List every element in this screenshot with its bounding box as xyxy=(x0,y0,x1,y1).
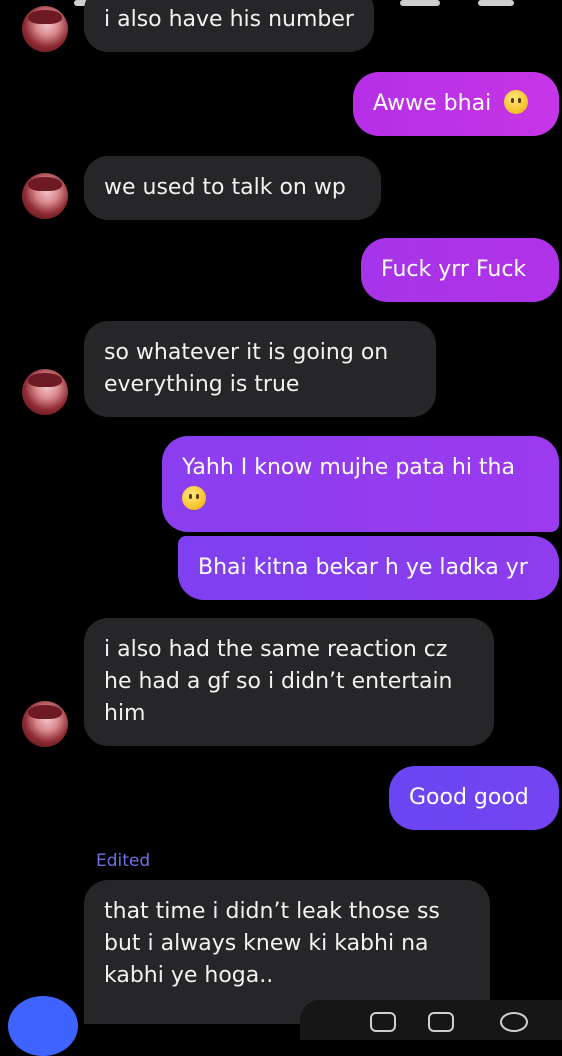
message-bubble-outgoing[interactable]: Bhai kitna bekar h ye ladka yr xyxy=(178,536,559,600)
message-bubble-incoming[interactable]: i also have his number xyxy=(84,0,374,52)
message-text: Fuck yrr Fuck xyxy=(381,257,527,282)
message-bubble-outgoing[interactable]: Good good xyxy=(389,766,559,830)
avatar[interactable] xyxy=(22,701,68,747)
message-text: that time i didn’t leak those ss xyxy=(104,899,440,924)
sticker-icon[interactable] xyxy=(500,1012,528,1032)
avatar[interactable] xyxy=(22,6,68,52)
message-text: we used to talk on wp xyxy=(104,175,346,200)
message-text: Bhai kitna bekar h ye ladka yr xyxy=(198,555,528,580)
message-text: but i always knew ki kabhi na xyxy=(104,931,429,956)
message-text: Good good xyxy=(409,785,529,810)
camera-icon[interactable] xyxy=(370,1012,396,1032)
avatar[interactable] xyxy=(22,173,68,219)
avatar[interactable] xyxy=(22,369,68,415)
message-bubble-incoming[interactable]: we used to talk on wp xyxy=(84,156,381,220)
message-text: so whatever it is going on xyxy=(104,340,389,365)
message-text: him xyxy=(104,701,146,726)
slightly-smiling-face-icon xyxy=(504,90,529,114)
status-bar-fragment xyxy=(400,0,440,6)
message-bubble-incoming[interactable]: so whatever it is going on everything is… xyxy=(84,321,436,417)
message-text: Yahh I know mujhe pata hi tha xyxy=(182,455,515,480)
message-text: i also had the same reaction cz xyxy=(104,637,448,662)
gallery-icon[interactable] xyxy=(428,1012,454,1032)
message-text: Awwe bhai xyxy=(373,91,492,116)
face-holding-back-tears-icon xyxy=(182,486,206,510)
message-text: everything is true xyxy=(104,372,300,397)
message-bubble-outgoing[interactable]: Yahh I know mujhe pata hi tha xyxy=(162,436,559,532)
message-text: kabhi ye hoga.. xyxy=(104,963,274,988)
message-text: he had a gf so i didn’t entertain xyxy=(104,669,453,694)
status-bar-fragment xyxy=(478,0,514,6)
chat-thread: i also have his number Awwe bhai we used… xyxy=(0,0,562,1056)
message-bubble-incoming[interactable]: i also had the same reaction cz he had a… xyxy=(84,618,494,746)
message-bubble-outgoing[interactable]: Fuck yrr Fuck xyxy=(361,238,559,302)
message-bubble-outgoing[interactable]: Awwe bhai xyxy=(353,72,559,136)
compose-button[interactable] xyxy=(8,996,78,1056)
message-text: i also have his number xyxy=(104,7,354,32)
edited-label: Edited xyxy=(96,851,151,871)
